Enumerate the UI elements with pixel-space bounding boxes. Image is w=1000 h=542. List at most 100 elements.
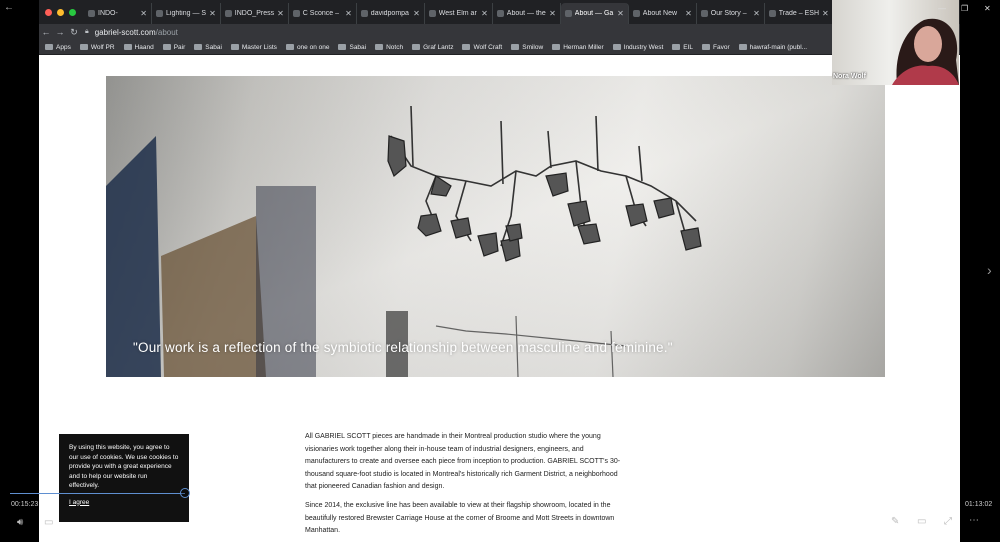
bookmark-1[interactable]: Wolf PR — [79, 43, 115, 51]
tab-bar: INDO- ✕ Lighting — S ✕ INDO_Press ✕ C Sconce –… — [39, 0, 960, 24]
video-scrubber[interactable] — [10, 488, 960, 498]
captions-icon[interactable]: ▭ — [44, 517, 53, 528]
window-traffic-lights — [45, 8, 76, 16]
bookmark-label: Favor — [713, 43, 730, 51]
tab-favicon-icon — [632, 10, 640, 17]
bookmark-2[interactable]: Haand — [123, 44, 154, 51]
fullscreen-icon[interactable]: ⤢ — [944, 516, 952, 527]
bookmark-4[interactable]: Sabai — [194, 44, 222, 51]
tab-label: About New — [642, 10, 678, 17]
bookmark-14[interactable]: EIL — [672, 44, 693, 51]
tab-close-icon[interactable]: ✕ — [209, 9, 216, 18]
tab-label: Trade – ESH — [778, 10, 819, 17]
video-player: ← › INDO- ✕ Lighting — S ✕ INDO_Press ✕ C Scon… — [0, 0, 1000, 542]
bookmark-label: Apps — [56, 43, 71, 51]
bookmark-15[interactable]: Favor — [702, 44, 730, 51]
tab-6[interactable]: About — the ✕ — [493, 3, 561, 24]
apps-grid-icon — [45, 44, 53, 50]
tab-3[interactable]: C Sconce – ✕ — [289, 3, 357, 24]
close-window-icon[interactable] — [45, 8, 52, 16]
tab-8[interactable]: About New ✕ — [629, 3, 697, 24]
tab-close-icon[interactable]: ✕ — [345, 9, 352, 18]
tab-4[interactable]: davidpompa ✕ — [357, 3, 425, 24]
cookie-banner: By using this website, you agree to our … — [59, 434, 189, 522]
bookmark-5[interactable]: Master Lists — [230, 44, 277, 51]
tab-close-icon[interactable]: ✕ — [753, 9, 760, 18]
bookmark-8[interactable]: Notch — [375, 44, 403, 51]
cookie-agree-button[interactable]: I agree — [69, 498, 89, 508]
tab-close-icon[interactable]: ✕ — [685, 9, 692, 18]
tab-close-icon[interactable]: ✕ — [481, 9, 488, 18]
face — [914, 26, 942, 62]
close-icon[interactable]: ✕ — [984, 4, 991, 13]
tab-close-icon[interactable]: ✕ — [549, 9, 556, 18]
bookmark-6[interactable]: one on one — [285, 43, 330, 51]
tab-close-icon[interactable]: ✕ — [413, 9, 420, 18]
bookmarks-bar: Apps Wolf PR Haand Pair Sabai Master Lists one… — [39, 40, 960, 55]
next-slide-chevron-icon[interactable]: › — [987, 262, 992, 278]
forward-icon[interactable]: → — [53, 27, 67, 37]
hero-quote: "Our work is a reflection of the symbiot… — [133, 340, 673, 355]
more-options-icon[interactable]: ⋯ — [969, 515, 979, 526]
total-time: 01:13:02 — [965, 501, 993, 508]
tab-close-icon[interactable]: ✕ — [140, 9, 147, 18]
bookmark-label: Wolf Craft — [473, 43, 503, 51]
zoom-window-icon[interactable] — [69, 8, 76, 16]
minimize-icon[interactable]: — — [938, 4, 946, 13]
tab-5[interactable]: West Elm ar ✕ — [425, 3, 493, 24]
url-bar[interactable]: gabriel-scott.com/about — [95, 28, 860, 37]
bookmark-label: Pair — [173, 43, 186, 51]
scrubber-handle[interactable] — [180, 488, 190, 498]
tab-10[interactable]: Trade – ESH ✕ — [765, 3, 834, 24]
bookmark-3[interactable]: Pair — [162, 43, 186, 51]
back-arrow-icon[interactable]: ← — [4, 2, 14, 13]
bookmark-label: Sabai — [349, 43, 367, 51]
bookmark-label: Notch — [386, 43, 404, 51]
minimize-window-icon[interactable] — [57, 8, 64, 16]
layout-icon[interactable]: ▭ — [917, 516, 926, 527]
tab-label: About — the — [506, 10, 546, 17]
bookmark-0[interactable]: Apps — [45, 44, 71, 51]
tab-0[interactable]: INDO- ✕ — [84, 3, 152, 24]
tab-close-icon[interactable]: ✕ — [277, 9, 284, 18]
volume-icon[interactable]: 🔊︎ — [17, 517, 23, 528]
tab-favicon-icon — [156, 10, 163, 17]
tab-label: davidpompa — [370, 10, 409, 17]
tab-close-icon[interactable]: ✕ — [617, 9, 624, 18]
cookie-text: By using this website, you agree to our … — [69, 444, 179, 489]
bookmark-12[interactable]: Herman Miller — [552, 44, 604, 51]
bookmark-13[interactable]: Industry West — [612, 43, 664, 51]
browser-window: INDO- ✕ Lighting — S ✕ INDO_Press ✕ C Sconce –… — [39, 0, 960, 542]
tab-2[interactable]: INDO_Press ✕ — [221, 3, 289, 24]
bookmark-label: one on one — [296, 43, 330, 51]
tab-favicon-icon — [224, 10, 232, 17]
folder-icon — [338, 44, 347, 50]
url-path: /about — [155, 27, 178, 37]
reload-icon[interactable]: ↻ — [67, 27, 81, 38]
folder-icon — [462, 44, 471, 50]
about-paragraph-1: All GABRIEL SCOTT pieces are handmade in… — [305, 433, 621, 490]
tab-7[interactable]: About — Ga ✕ — [560, 3, 629, 24]
bookmark-10[interactable]: Wolf Craft — [462, 44, 502, 51]
restore-icon[interactable]: ❐ — [961, 4, 968, 13]
folder-icon — [612, 44, 621, 50]
bookmark-9[interactable]: Graf Lantz — [412, 44, 453, 51]
tab-9[interactable]: Our Story – ✕ — [697, 3, 765, 24]
annotate-pen-icon[interactable]: ✎ — [891, 516, 899, 527]
back-icon[interactable]: ← — [39, 27, 53, 37]
tab-1[interactable]: Lighting — S ✕ — [152, 3, 221, 24]
hero-photo-art — [106, 76, 885, 377]
tab-close-icon[interactable]: ✕ — [822, 9, 829, 18]
tab-label: West Elm ar — [438, 10, 477, 17]
bookmark-label: Smilow — [522, 43, 544, 51]
tab-favicon-icon — [768, 10, 776, 17]
address-toolbar: ← → ↻ 🔒︎ gabriel-scott.com/about ☆ — [39, 24, 960, 40]
bookmark-label: Wolf PR — [90, 43, 115, 51]
bookmark-11[interactable]: Smilow — [511, 44, 543, 51]
bookmark-16[interactable]: hawraf-main (publ... — [738, 44, 807, 51]
bookmark-label: Industry West — [623, 43, 664, 51]
bookmark-7[interactable]: Sabai — [338, 44, 366, 51]
folder-icon — [375, 44, 384, 50]
folder-icon — [285, 44, 294, 50]
scrubber-remaining — [191, 493, 960, 494]
